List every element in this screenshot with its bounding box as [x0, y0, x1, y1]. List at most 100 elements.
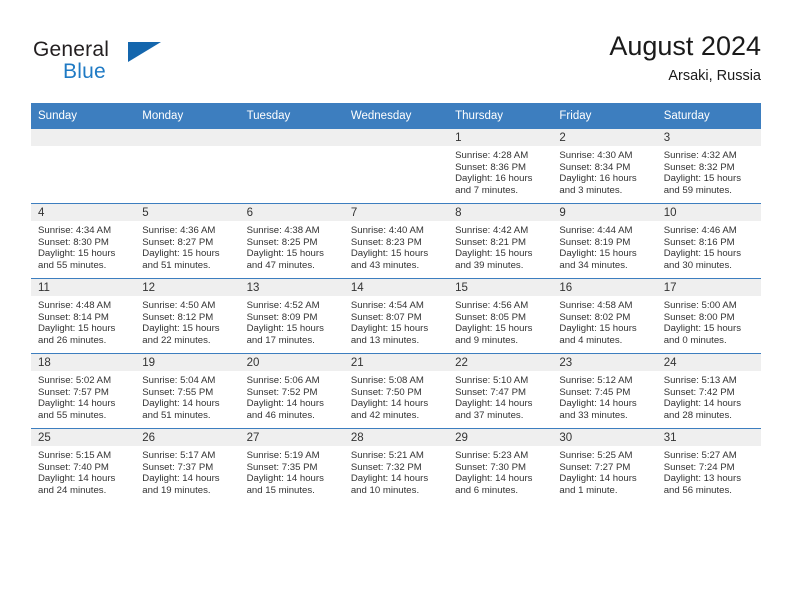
- calendar-day[interactable]: 6 Sunrise: 4:38 AM Sunset: 8:25 PM Daylight…: [239, 204, 344, 278]
- calendar-day[interactable]: 17 Sunrise: 5:00 AM Sunset: 8:00 PM Dayligh…: [656, 279, 761, 353]
- calendar-day[interactable]: 14 Sunrise: 4:54 AM Sunset: 8:07 PM Dayligh…: [343, 279, 449, 353]
- day-number: 4: [31, 204, 136, 221]
- calendar-day[interactable]: 22 Sunrise: 5:10 AM Sunset: 7:47 PM Dayligh…: [448, 354, 553, 428]
- daylight-text-line2: and 28 minutes.: [663, 410, 732, 422]
- sunrise-text: Sunrise: 5:17 AM: [142, 450, 216, 461]
- calendar-day[interactable]: 1 Sunrise: 4:28 AM Sunset: 8:36 PM Daylight…: [448, 129, 553, 203]
- calendar-cell: 28 Sunrise: 5:21 AM Sunset: 7:32 PM Dayligh…: [343, 428, 449, 503]
- daylight-text-line2: and 4 minutes.: [559, 335, 623, 347]
- daylight-text-line1: Daylight: 15 hours: [559, 323, 637, 335]
- day-details: Sunrise: 4:32 AM Sunset: 8:32 PM Daylight:…: [657, 146, 761, 197]
- calendar-day-empty: [135, 129, 240, 203]
- sunset-text: Sunset: 7:42 PM: [663, 386, 735, 398]
- day-number: 23: [552, 354, 657, 371]
- daylight-text-line2: and 22 minutes.: [142, 335, 211, 347]
- calendar-cell: 6 Sunrise: 4:38 AM Sunset: 8:25 PM Daylight…: [239, 203, 344, 279]
- daylight-text-line1: Daylight: 14 hours: [246, 398, 324, 410]
- calendar-day[interactable]: 28 Sunrise: 5:21 AM Sunset: 7:32 PM Dayligh…: [343, 429, 449, 503]
- calendar-day[interactable]: 30 Sunrise: 5:25 AM Sunset: 7:27 PM Dayligh…: [552, 429, 657, 503]
- calendar-day[interactable]: 4 Sunrise: 4:34 AM Sunset: 8:30 PM Daylight…: [31, 204, 136, 278]
- calendar-day[interactable]: 16 Sunrise: 4:58 AM Sunset: 8:02 PM Dayligh…: [552, 279, 657, 353]
- daylight-text-line1: Daylight: 15 hours: [455, 323, 533, 335]
- calendar-day[interactable]: 27 Sunrise: 5:19 AM Sunset: 7:35 PM Dayligh…: [239, 429, 344, 503]
- calendar-day[interactable]: 11 Sunrise: 4:48 AM Sunset: 8:14 PM Dayligh…: [31, 279, 136, 353]
- daylight-text-line1: Daylight: 15 hours: [38, 248, 116, 260]
- calendar-cell: 21 Sunrise: 5:08 AM Sunset: 7:50 PM Dayligh…: [343, 353, 449, 429]
- day-number: 25: [31, 429, 136, 446]
- day-number: 24: [656, 354, 761, 371]
- day-number: 13: [239, 279, 344, 296]
- calendar-day[interactable]: 18 Sunrise: 5:02 AM Sunset: 7:57 PM Dayligh…: [31, 354, 136, 428]
- daylight-text-line2: and 34 minutes.: [559, 260, 628, 272]
- day-details: Sunrise: 4:52 AM Sunset: 8:09 PM Daylight:…: [240, 296, 344, 347]
- sunset-text: Sunset: 8:05 PM: [455, 311, 527, 323]
- day-number: 29: [448, 429, 553, 446]
- calendar-grid: Sunday Monday Tuesday Wednesday Thursday…: [31, 103, 761, 503]
- day-number: 7: [343, 204, 449, 221]
- day-number: 22: [448, 354, 553, 371]
- sunrise-text: Sunrise: 4:36 AM: [142, 225, 216, 236]
- day-number: 1: [448, 129, 553, 146]
- day-number: 12: [135, 279, 240, 296]
- calendar-day[interactable]: 5 Sunrise: 4:36 AM Sunset: 8:27 PM Daylight…: [135, 204, 240, 278]
- triangle-icon: [128, 42, 161, 62]
- calendar-week-row: 1 Sunrise: 4:28 AM Sunset: 8:36 PM Daylight…: [31, 128, 761, 204]
- calendar-day[interactable]: 7 Sunrise: 4:40 AM Sunset: 8:23 PM Daylight…: [343, 204, 449, 278]
- calendar-day[interactable]: 25 Sunrise: 5:15 AM Sunset: 7:40 PM Dayligh…: [31, 429, 136, 503]
- calendar-cell: 11 Sunrise: 4:48 AM Sunset: 8:14 PM Dayligh…: [31, 278, 136, 354]
- calendar-cell: 8 Sunrise: 4:42 AM Sunset: 8:21 PM Daylight…: [448, 203, 553, 279]
- calendar-cell: 20 Sunrise: 5:06 AM Sunset: 7:52 PM Dayligh…: [239, 353, 344, 429]
- calendar-day-empty: [239, 129, 344, 203]
- day-details: Sunrise: 4:40 AM Sunset: 8:23 PM Daylight:…: [344, 221, 448, 272]
- calendar-day[interactable]: 3 Sunrise: 4:32 AM Sunset: 8:32 PM Daylight…: [656, 129, 761, 203]
- calendar-cell: 19 Sunrise: 5:04 AM Sunset: 7:55 PM Dayligh…: [135, 353, 240, 429]
- calendar-cell: [31, 128, 136, 204]
- day-details: Sunrise: 5:00 AM Sunset: 8:00 PM Daylight:…: [657, 296, 761, 347]
- sunset-text: Sunset: 8:32 PM: [663, 161, 735, 173]
- day-details: Sunrise: 5:17 AM Sunset: 7:37 PM Daylight:…: [135, 446, 239, 497]
- day-details: Sunrise: 5:08 AM Sunset: 7:50 PM Daylight:…: [344, 371, 448, 422]
- daylight-text-line1: Daylight: 15 hours: [142, 323, 220, 335]
- calendar-day[interactable]: 13 Sunrise: 4:52 AM Sunset: 8:09 PM Dayligh…: [239, 279, 344, 353]
- daylight-text-line1: Daylight: 15 hours: [455, 248, 533, 260]
- sunrise-text: Sunrise: 4:58 AM: [559, 300, 633, 311]
- calendar-cell: 17 Sunrise: 5:00 AM Sunset: 8:00 PM Dayligh…: [656, 278, 761, 354]
- calendar-cell: 30 Sunrise: 5:25 AM Sunset: 7:27 PM Dayligh…: [552, 428, 657, 503]
- calendar-day[interactable]: 20 Sunrise: 5:06 AM Sunset: 7:52 PM Dayligh…: [239, 354, 344, 428]
- calendar-day[interactable]: 23 Sunrise: 5:12 AM Sunset: 7:45 PM Dayligh…: [552, 354, 657, 428]
- calendar-cell: 14 Sunrise: 4:54 AM Sunset: 8:07 PM Dayligh…: [343, 278, 449, 354]
- day-details: Sunrise: 5:12 AM Sunset: 7:45 PM Daylight:…: [552, 371, 656, 422]
- day-number: 27: [239, 429, 344, 446]
- calendar-day[interactable]: 24 Sunrise: 5:13 AM Sunset: 7:42 PM Dayligh…: [656, 354, 761, 428]
- daylight-text-line2: and 6 minutes.: [455, 485, 519, 497]
- calendar-day[interactable]: 19 Sunrise: 5:04 AM Sunset: 7:55 PM Dayligh…: [135, 354, 240, 428]
- day-details: Sunrise: 5:15 AM Sunset: 7:40 PM Daylight:…: [31, 446, 135, 497]
- sunset-text: Sunset: 7:30 PM: [455, 461, 527, 473]
- sunset-text: Sunset: 7:27 PM: [559, 461, 631, 473]
- calendar-day[interactable]: 9 Sunrise: 4:44 AM Sunset: 8:19 PM Daylight…: [552, 204, 657, 278]
- calendar-cell: 23 Sunrise: 5:12 AM Sunset: 7:45 PM Dayligh…: [552, 353, 657, 429]
- daylight-text-line1: Daylight: 15 hours: [246, 323, 324, 335]
- sunrise-text: Sunrise: 4:30 AM: [559, 150, 633, 161]
- sunrise-text: Sunrise: 4:40 AM: [350, 225, 424, 236]
- brand-name-general: General: [33, 38, 110, 61]
- sunrise-text: Sunrise: 5:02 AM: [38, 375, 112, 386]
- calendar-day[interactable]: 26 Sunrise: 5:17 AM Sunset: 7:37 PM Dayligh…: [135, 429, 240, 503]
- calendar-cell: 2 Sunrise: 4:30 AM Sunset: 8:34 PM Daylight…: [552, 128, 657, 204]
- calendar-day[interactable]: 2 Sunrise: 4:30 AM Sunset: 8:34 PM Daylight…: [552, 129, 657, 203]
- calendar-day[interactable]: 15 Sunrise: 4:56 AM Sunset: 8:05 PM Dayligh…: [448, 279, 553, 353]
- day-details: Sunrise: 5:04 AM Sunset: 7:55 PM Daylight:…: [135, 371, 239, 422]
- day-number: 5: [135, 204, 240, 221]
- calendar-cell: 13 Sunrise: 4:52 AM Sunset: 8:09 PM Dayligh…: [239, 278, 344, 354]
- calendar-cell: 26 Sunrise: 5:17 AM Sunset: 7:37 PM Dayligh…: [135, 428, 240, 503]
- calendar-day[interactable]: 8 Sunrise: 4:42 AM Sunset: 8:21 PM Daylight…: [448, 204, 553, 278]
- daylight-text-line1: Daylight: 15 hours: [142, 248, 220, 260]
- calendar-day[interactable]: 12 Sunrise: 4:50 AM Sunset: 8:12 PM Dayligh…: [135, 279, 240, 353]
- calendar-day[interactable]: 29 Sunrise: 5:23 AM Sunset: 7:30 PM Dayligh…: [448, 429, 553, 503]
- day-details: Sunrise: 4:56 AM Sunset: 8:05 PM Daylight:…: [448, 296, 552, 347]
- daylight-text-line2: and 42 minutes.: [350, 410, 420, 422]
- calendar-day[interactable]: 10 Sunrise: 4:46 AM Sunset: 8:16 PM Dayligh…: [656, 204, 761, 278]
- calendar-day[interactable]: 31 Sunrise: 5:27 AM Sunset: 7:24 PM Dayligh…: [656, 429, 761, 503]
- brand-logo[interactable]: General Blue: [31, 34, 211, 90]
- calendar-day[interactable]: 21 Sunrise: 5:08 AM Sunset: 7:50 PM Dayligh…: [343, 354, 449, 428]
